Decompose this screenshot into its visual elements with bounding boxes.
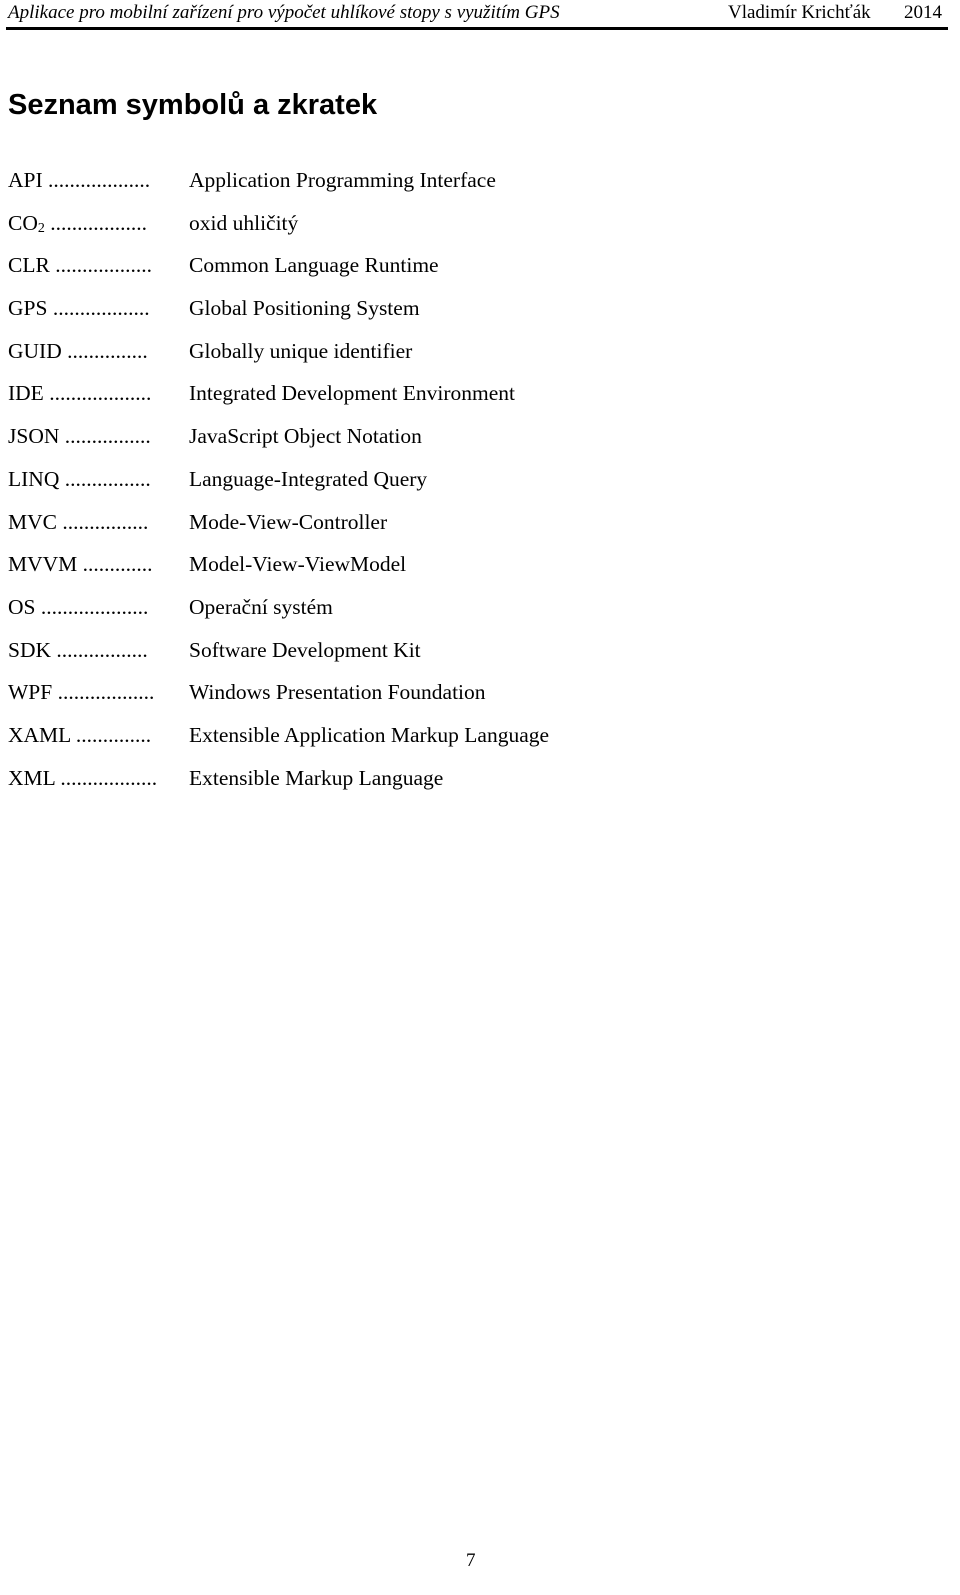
abbreviation-text: OS [8, 594, 36, 619]
abbreviation-description: Language-Integrated Query [189, 466, 428, 491]
abbreviation-term: API ................... [8, 162, 184, 198]
abbreviation-text: CLR [8, 253, 50, 278]
abbreviation-text: LINQ [8, 466, 60, 491]
abbreviation-term: LINQ ................ [8, 461, 184, 497]
abbreviation-term: GPS .................. [8, 290, 184, 326]
dot-leader: .................. [44, 210, 147, 235]
dot-leader: ................ [59, 466, 151, 491]
abbreviation-term: CLR .................. [8, 247, 184, 283]
abbreviation-description: Application Programming Interface [189, 168, 496, 192]
dot-leader: ................... [42, 168, 151, 192]
abbreviation-description: Operační systém [189, 594, 333, 619]
dot-leader: ................... [43, 381, 152, 406]
abbreviation-description: Extensible Application Markup Language [189, 722, 550, 747]
abbreviation-text: XML [8, 765, 55, 790]
dot-leader: .............. [70, 722, 152, 747]
dot-leader: .................. [52, 680, 155, 705]
page-number: 7 [466, 1550, 476, 1571]
abbreviation-text: SDK [8, 637, 52, 662]
dot-leader: .................. [47, 296, 150, 321]
abbreviation-subscript: 2 [37, 220, 45, 236]
header-author: Vladimír Krichťák [728, 2, 871, 23]
abbreviation-term: XAML .............. [8, 717, 184, 753]
abbreviation-text: API [8, 168, 43, 192]
abbreviation-text: XAML [8, 722, 71, 747]
abbreviation-text: GPS [8, 296, 48, 321]
abbreviation-description: Extensible Markup Language [189, 765, 444, 790]
abbreviation-text: GUID [8, 338, 62, 363]
abbreviation-term: MVC ................ [8, 504, 184, 540]
abbreviation-text: CO [8, 210, 38, 235]
abbreviation-description: Global Positioning System [189, 296, 420, 321]
abbreviation-term: GUID ............... [8, 333, 184, 369]
abbreviation-description: Software Development Kit [189, 637, 421, 662]
abbreviation-description: Mode-View-Controller [189, 509, 388, 534]
abbreviation-term: SDK ................. [8, 632, 184, 668]
abbreviation-description: Globally unique identifier [189, 338, 413, 363]
dot-leader: ................. [51, 637, 148, 662]
abbreviation-description: Common Language Runtime [189, 253, 439, 278]
abbreviation-text: MVVM [8, 552, 78, 577]
abbreviation-description: oxid uhličitý [189, 210, 299, 235]
abbreviation-term: MVVM ............. [8, 546, 184, 582]
abbreviation-description: Integrated Development Environment [189, 381, 515, 406]
abbreviation-term: XML .................. [8, 760, 184, 796]
dot-leader: .................... [35, 594, 149, 619]
dot-leader: .................. [49, 253, 152, 278]
abbreviation-term: WPF .................. [8, 674, 184, 710]
dot-leader: ............. [77, 552, 153, 577]
abbreviation-term: IDE ................... [8, 375, 184, 411]
abbreviation-text: JSON [8, 424, 60, 449]
page-heading: Seznam symbolů a zkratek [8, 89, 378, 121]
dot-leader: ................ [56, 509, 149, 534]
abbreviation-term: CO2 .................. [8, 205, 184, 247]
abbreviation-text: WPF [8, 680, 53, 705]
header-year: 2014 [904, 2, 942, 23]
abbreviation-text: MVC [8, 509, 57, 534]
dot-leader: ............... [61, 338, 148, 363]
abbreviation-text: IDE [8, 381, 44, 406]
abbreviation-description: Windows Presentation Foundation [189, 680, 486, 705]
abbreviation-description: JavaScript Object Notation [189, 424, 422, 449]
abbreviation-term: OS .................... [8, 589, 184, 625]
running-header: Aplikace pro mobilní zařízení pro výpoče… [6, 0, 948, 30]
dot-leader: .................. [54, 765, 158, 790]
abbreviation-term: JSON ................ [8, 418, 184, 454]
header-title: Aplikace pro mobilní zařízení pro výpoče… [8, 2, 560, 23]
dot-leader: ................ [59, 424, 151, 449]
abbreviation-description: Model-View-ViewModel [189, 552, 407, 577]
